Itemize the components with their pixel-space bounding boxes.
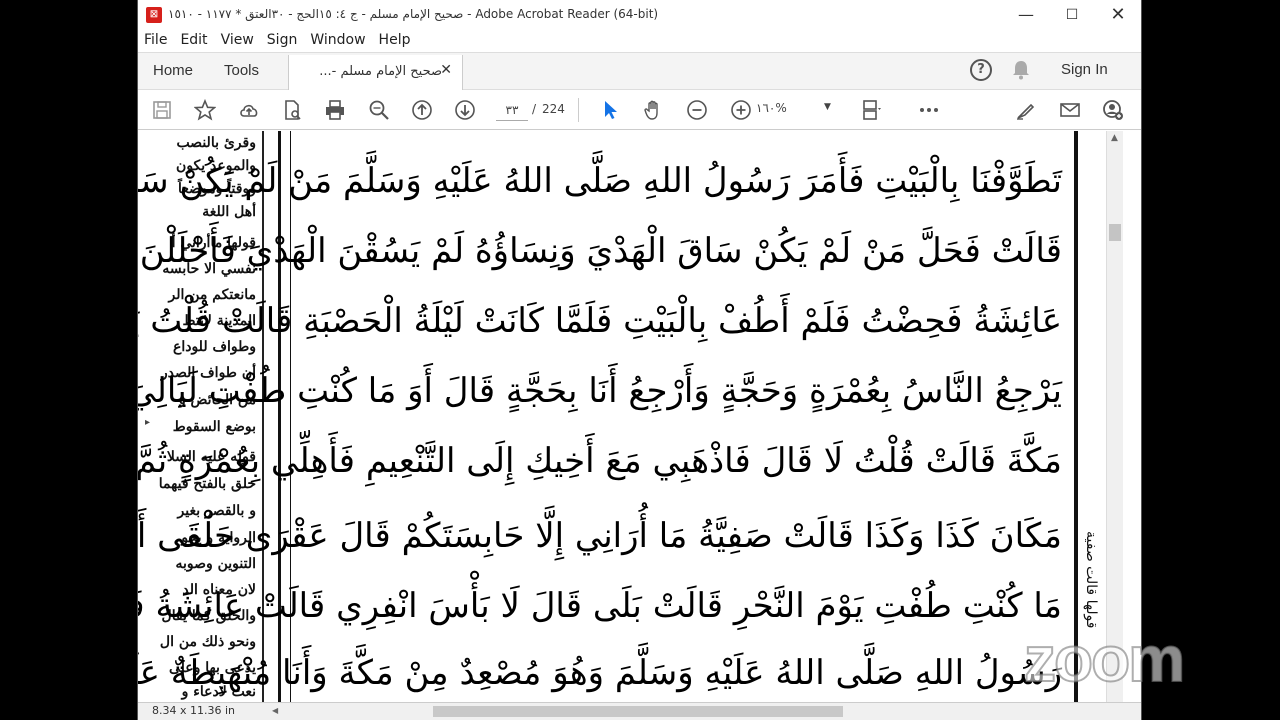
menu-sign[interactable]: Sign — [267, 30, 305, 52]
horizontal-scroll-thumb[interactable] — [433, 706, 843, 717]
right-gutter — [1123, 131, 1141, 702]
select-cursor-icon[interactable] — [598, 98, 622, 122]
margin-line: وطواف للوداع — [172, 339, 256, 355]
share-user-icon[interactable] — [1101, 98, 1125, 122]
text-line: مَكَانَ كَذَا وَكَذَا قَالَتْ صَفِيَّةُ … — [138, 516, 1062, 556]
toolbar-divider — [578, 98, 579, 122]
scroll-up-icon[interactable]: ▲ — [1111, 133, 1118, 143]
zoom-watermark-logo: zoom — [1023, 622, 1186, 696]
tab-home[interactable]: Home — [153, 62, 193, 79]
chevron-down-icon[interactable]: ▼ — [824, 102, 831, 112]
menu-bar: File Edit View Sign Window Help — [138, 30, 1141, 52]
collapse-pane-arrow-icon[interactable]: ▸ — [145, 417, 150, 428]
zoom-out-icon[interactable] — [685, 98, 709, 122]
tab-document[interactable]: صحيح الإمام مسلم -... ✕ — [288, 55, 463, 91]
save-icon[interactable] — [150, 98, 174, 122]
close-button[interactable]: ✕ — [1095, 0, 1141, 30]
text-frame: تَطَوَّفْنَا بِالْبَيْتِ فَأَمَرَ رَسُول… — [138, 131, 1075, 702]
search-document-icon[interactable] — [280, 98, 304, 122]
help-icon[interactable]: ? — [970, 59, 992, 81]
acrobat-pdf-icon: ⮽ — [146, 7, 162, 23]
text-line: مَكَّةَ قَالَتْ قُلْتُ لَا قَالَ فَاذْهَ… — [138, 441, 1062, 481]
page-size-label: 8.34 x 11.36 in — [152, 704, 236, 717]
acrobat-window: ⮽ صحيح الإمام مسلم - ج ٤: ١٥الحج - ٣٠الع… — [137, 0, 1142, 720]
vertical-scrollbar[interactable]: ▲ — [1106, 131, 1123, 702]
next-page-icon[interactable] — [453, 98, 477, 122]
text-line: عَائِشَةُ فَحِضْتُ فَلَمْ أَطُفْ بِالْبَ… — [138, 301, 1062, 341]
document-view[interactable]: وقرئ بالنصب والموعد يكون ووقتاً وموضعاً … — [138, 131, 1106, 702]
hand-tool-icon[interactable] — [642, 98, 666, 122]
margin-line: بوضع السقوط — [172, 419, 256, 435]
margin-line: ونحو ذلك من ال — [159, 634, 256, 650]
page-separator: / — [532, 102, 537, 116]
zoom-level-select[interactable]: ١٦٠% — [756, 101, 796, 115]
menu-file[interactable]: File — [144, 30, 174, 52]
page-main-text: تَطَوَّفْنَا بِالْبَيْتِ فَأَمَرَ رَسُول… — [138, 131, 1099, 702]
sign-in-button[interactable]: Sign In — [1061, 61, 1108, 78]
document-tab-label: صحيح الإمام مسلم -... — [319, 64, 442, 79]
side-note: قولها قالت صفية — [1083, 531, 1099, 629]
zoom-in-icon[interactable] — [729, 98, 753, 122]
more-tools-icon[interactable] — [917, 98, 941, 122]
email-icon[interactable] — [1058, 98, 1082, 122]
scroll-left-icon[interactable]: ◀ — [272, 706, 278, 715]
window-title: صحيح الإمام مسلم - ج ٤: ١٥الحج - ٣٠العتق… — [168, 7, 659, 21]
text-line: قَالَتْ فَحَلَّ مَنْ لَمْ يَكُنْ سَاقَ ا… — [138, 231, 1062, 271]
zoom-search-icon[interactable] — [367, 98, 391, 122]
margin-line: أهل اللغة — [202, 204, 256, 220]
close-tab-icon[interactable]: ✕ — [440, 62, 452, 78]
text-line: تَطَوَّفْنَا بِالْبَيْتِ فَأَمَرَ رَسُول… — [138, 161, 1062, 201]
maximize-button[interactable]: ☐ — [1049, 0, 1095, 30]
margin-line: التنوين وصوبه — [175, 556, 256, 572]
toolbar: ٣٣ / 224 ١٦٠% ▼ — [138, 90, 1141, 130]
upload-cloud-icon[interactable] — [237, 98, 261, 122]
menu-view[interactable]: View — [221, 30, 261, 52]
margin-line: وقرئ بالنصب — [176, 135, 256, 151]
page-total: 224 — [542, 102, 565, 116]
title-bar: ⮽ صحيح الإمام مسلم - ج ٤: ١٥الحج - ٣٠الع… — [138, 0, 1141, 30]
menu-edit[interactable]: Edit — [180, 30, 214, 52]
menu-help[interactable]: Help — [379, 30, 418, 52]
vertical-scroll-thumb[interactable] — [1109, 224, 1121, 241]
text-line: يَرْجِعُ النَّاسُ بِعُمْرَةٍ وَحَجَّةٍ و… — [138, 371, 1062, 411]
notification-bell-icon[interactable] — [1012, 60, 1030, 80]
status-bar: 8.34 x 11.36 in ◀ — [138, 702, 1141, 720]
menu-window[interactable]: Window — [310, 30, 372, 52]
text-line: مَا كُنْتِ طُفْتِ يَوْمَ النَّحْرِ قَالَ… — [138, 586, 1062, 626]
tab-bar: Home Tools صحيح الإمام مسلم -... ✕ ? Sig… — [138, 52, 1141, 91]
print-icon[interactable] — [323, 98, 347, 122]
tab-tools[interactable]: Tools — [224, 62, 259, 79]
sign-pen-icon[interactable] — [1014, 98, 1038, 122]
previous-page-icon[interactable] — [410, 98, 434, 122]
bookmark-star-icon[interactable] — [193, 98, 217, 122]
page-layout-icon[interactable] — [860, 98, 884, 122]
minimize-button[interactable]: — — [1003, 0, 1049, 30]
text-line: رَسُولُ اللهِ صَلَّى اللهُ عَلَيْهِ وَسَ… — [138, 653, 1062, 693]
page-number-input[interactable]: ٣٣ — [496, 99, 528, 121]
